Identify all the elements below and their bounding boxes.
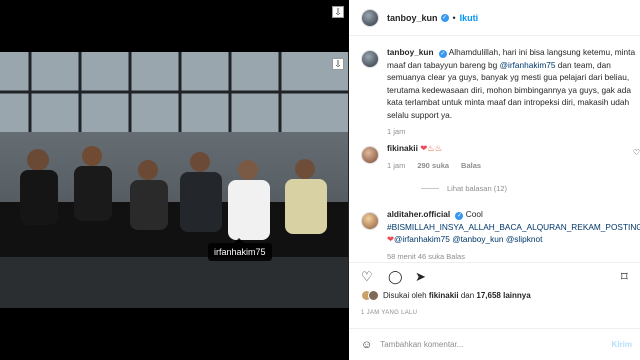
avatar[interactable] xyxy=(361,8,379,27)
bookmark-icon[interactable]: ⌑ xyxy=(621,269,634,285)
verified-icon: ✓ xyxy=(455,212,464,220)
heart-icon[interactable]: ♡ xyxy=(361,269,374,285)
group-photo xyxy=(0,52,348,308)
fire-emoji-icon: ♨♨ xyxy=(427,143,443,153)
mention-link[interactable]: @slipknot xyxy=(506,234,543,244)
comment-item: fikinakii ❤♨♨ ♡ 1 jam 290 suka Balas Lihat… xyxy=(361,142,640,193)
liker-link[interactable]: fikinakii xyxy=(429,291,459,300)
post-header: tanboy_kun ✓ • Ikuti xyxy=(349,0,640,36)
comment-input[interactable]: Tambahkan komentar... xyxy=(380,340,463,349)
download-icon[interactable]: ⇩ xyxy=(332,58,344,70)
caption-time: 1 jam xyxy=(387,127,406,136)
avatar[interactable] xyxy=(368,290,379,301)
comment-text: fikinakii ❤♨♨ xyxy=(387,142,640,155)
mention-link[interactable]: @irfanhakim75 xyxy=(500,60,556,70)
post-actions: ♡ ◯ ➤ ⌑ xyxy=(349,262,640,290)
comment-form: ☺ Tambahkan komentar... Kirim xyxy=(349,328,640,360)
likes-summary: Disukai oleh fikinakii dan 17,658 lainny… xyxy=(361,290,531,301)
comment-item: alditaher.official ✓ Cool #BISMILLAH_INS… xyxy=(361,208,640,261)
caption-username[interactable]: tanboy_kun xyxy=(387,47,434,57)
mention-link[interactable]: @irfanhakim75 xyxy=(394,234,450,244)
avatar[interactable] xyxy=(361,212,379,230)
mention-link[interactable]: @tanboy_kun xyxy=(452,234,503,244)
emoji-icon[interactable]: ☺ xyxy=(361,339,372,351)
comment-meta: 58 menit 46 suka Balas xyxy=(387,251,465,261)
post-time[interactable]: 1 JAM YANG LALU xyxy=(361,310,417,316)
comment-icon[interactable]: ◯ xyxy=(388,269,403,285)
post-panel: tanboy_kun ✓ • Ikuti tanboy_kun ✓ Alhamd… xyxy=(349,0,640,360)
download-icon[interactable]: ⇩ xyxy=(332,6,344,18)
comments-list[interactable]: tanboy_kun ✓ Alhamdulillah, hari ini bis… xyxy=(349,38,640,261)
comment-username[interactable]: fikinakii xyxy=(387,143,418,153)
verified-icon: ✓ xyxy=(438,50,447,58)
comment-username[interactable]: alditaher.official xyxy=(387,209,450,219)
post-author[interactable]: tanboy_kun xyxy=(387,13,438,23)
instagram-post-viewer: ⇩ ⇩ irfanhakim75 tanboy_kun ✓ • Ikuti ta… xyxy=(0,0,640,360)
photo-tag[interactable]: irfanhakim75 xyxy=(208,238,272,261)
view-replies-button[interactable]: Lihat balasan (12) xyxy=(421,184,640,193)
share-icon[interactable]: ➤ xyxy=(415,269,428,285)
heart-emoji-icon: ❤ xyxy=(387,234,394,244)
verified-icon: ✓ xyxy=(440,13,449,22)
avatar[interactable] xyxy=(361,50,379,68)
post-photo[interactable]: ⇩ irfanhakim75 ● xyxy=(0,52,349,308)
caption: tanboy_kun ✓ Alhamdulillah, hari ini bis… xyxy=(361,46,640,136)
avatar[interactable] xyxy=(361,146,379,164)
hashtag-link[interactable]: #BISMILLAH_INSYA_ALLAH_BACA_ALQURAN_REKA… xyxy=(387,222,640,232)
comment-meta: 1 jam 290 suka Balas xyxy=(387,160,482,170)
post-comment-button[interactable]: Kirim xyxy=(612,340,632,349)
caption-text: tanboy_kun ✓ Alhamdulillah, hari ini bis… xyxy=(387,47,636,120)
follow-button[interactable]: Ikuti xyxy=(460,13,479,23)
separator-dot: • xyxy=(452,12,456,23)
reply-button[interactable]: Balas xyxy=(461,161,481,170)
like-comment-icon[interactable]: ♡ xyxy=(633,148,640,157)
likes-count-link[interactable]: 17,658 lainnya xyxy=(476,291,530,300)
comment-text: alditaher.official ✓ Cool #BISMILLAH_INS… xyxy=(387,208,640,246)
